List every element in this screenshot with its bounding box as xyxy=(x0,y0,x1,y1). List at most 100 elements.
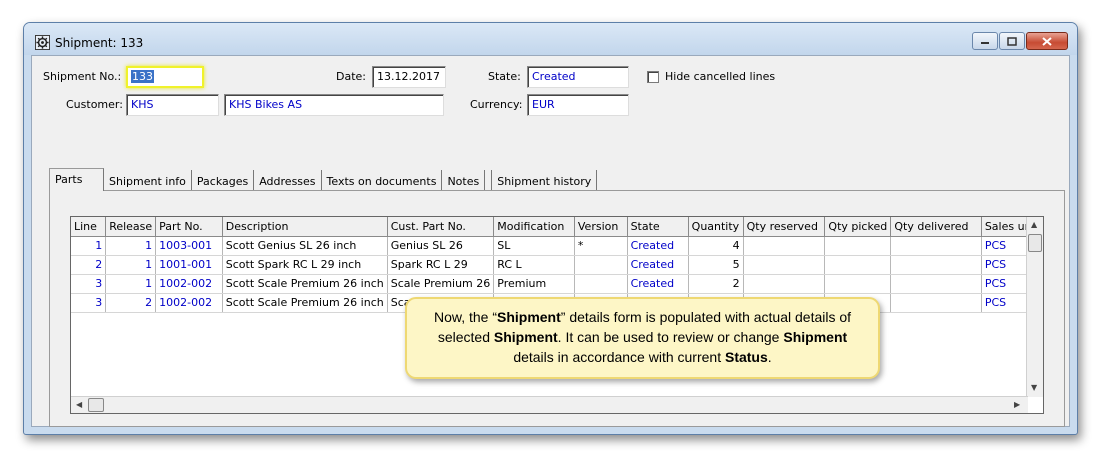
scroll-left-icon[interactable]: ◀ xyxy=(76,400,82,409)
table-cell[interactable]: Created xyxy=(627,236,689,256)
close-button[interactable] xyxy=(1026,32,1068,50)
table-cell[interactable]: 2 xyxy=(688,274,744,294)
table-cell[interactable]: Scale Premium 26 xyxy=(387,274,495,294)
table-cell[interactable]: 3 xyxy=(71,293,107,313)
tab-shipment-info[interactable]: Shipment info xyxy=(104,170,192,191)
table-cell[interactable]: 1002-002 xyxy=(155,293,223,313)
column-header[interactable]: Release xyxy=(105,217,157,237)
vertical-scroll-thumb[interactable] xyxy=(1028,234,1042,252)
customer-name-field[interactable]: KHS Bikes AS xyxy=(224,94,444,116)
scroll-up-icon[interactable]: ▲ xyxy=(1031,220,1037,229)
table-cell[interactable] xyxy=(824,274,892,294)
table-cell[interactable] xyxy=(743,274,826,294)
column-header[interactable]: Quantity xyxy=(688,217,744,237)
column-header[interactable]: Cust. Part No. xyxy=(387,217,495,237)
callout-text-1: Now, the “ xyxy=(433,309,497,325)
app-gear-icon xyxy=(35,35,50,50)
column-header[interactable]: Line xyxy=(71,217,107,237)
table-cell[interactable]: 1001-001 xyxy=(155,255,223,275)
table-cell[interactable]: 5 xyxy=(688,255,744,275)
table-cell[interactable]: Created xyxy=(627,274,689,294)
tab-parts[interactable]: Parts xyxy=(49,168,104,191)
callout-text-3: . It can be used to review or change xyxy=(557,329,784,345)
table-cell[interactable]: 2 xyxy=(105,293,157,313)
column-header[interactable]: State xyxy=(627,217,689,237)
table-cell[interactable]: 1 xyxy=(105,274,157,294)
table-cell[interactable]: 1 xyxy=(105,255,157,275)
column-header[interactable]: Qty delivered xyxy=(890,217,982,237)
state-field[interactable]: Created xyxy=(527,66,629,88)
column-header[interactable]: Qty reserved xyxy=(743,217,826,237)
table-cell[interactable]: Scott Scale Premium 26 inch xyxy=(222,293,388,313)
tutorial-callout: Now, the “Shipment” details form is popu… xyxy=(405,297,880,379)
tab-notes[interactable]: Notes xyxy=(442,170,486,191)
table-cell[interactable]: Premium xyxy=(493,274,575,294)
callout-bold-1: Shipment xyxy=(496,309,561,325)
horizontal-scroll-thumb[interactable] xyxy=(88,398,104,412)
table-cell[interactable] xyxy=(824,236,892,256)
table-row[interactable]: 2 1 1001-001 Scott Spark RC L 29 inch Spark … xyxy=(71,255,1043,275)
horizontal-scrollbar[interactable]: ◀ ▶ xyxy=(71,396,1028,413)
date-field[interactable]: 13.12.2017 xyxy=(372,66,446,88)
tab-texts-on-documents[interactable]: Texts on documents xyxy=(322,170,443,191)
table-cell[interactable]: Scott Genius SL 26 inch xyxy=(222,236,388,256)
scroll-down-icon[interactable]: ▼ xyxy=(1031,383,1037,392)
window-title: Shipment: 133 xyxy=(55,36,144,50)
table-cell[interactable]: SL xyxy=(493,236,575,256)
table-cell[interactable] xyxy=(743,255,826,275)
column-header[interactable]: Modification xyxy=(493,217,575,237)
maximize-icon xyxy=(1007,36,1017,46)
tab-shipment-history[interactable]: Shipment history xyxy=(491,170,598,191)
table-cell[interactable]: 1 xyxy=(71,236,107,256)
title-bar[interactable]: Shipment: 133 xyxy=(24,23,1077,55)
table-cell[interactable]: 1 xyxy=(105,236,157,256)
vertical-scrollbar[interactable]: ▲ ▼ xyxy=(1026,217,1043,397)
table-cell[interactable]: Scott Scale Premium 26 inch xyxy=(222,274,388,294)
table-cell[interactable]: 4 xyxy=(688,236,744,256)
customer-code-field[interactable]: KHS xyxy=(126,94,219,116)
table-row[interactable]: 3 1 1002-002 Scott Scale Premium 26 inch Sca… xyxy=(71,274,1043,294)
date-label: Date: xyxy=(336,70,366,83)
tab-packages[interactable]: Packages xyxy=(192,170,255,191)
table-cell[interactable]: * xyxy=(574,236,628,256)
table-row[interactable]: 1 1 1003-001 Scott Genius SL 26 inch Genius … xyxy=(71,236,1043,256)
table-cell[interactable] xyxy=(890,274,982,294)
table-cell[interactable] xyxy=(890,293,982,313)
hide-cancelled-checkbox[interactable] xyxy=(647,71,659,83)
table-cell[interactable]: 3 xyxy=(71,274,107,294)
column-header[interactable]: Qty picked xyxy=(824,217,892,237)
table-cell[interactable] xyxy=(890,255,982,275)
callout-bold-3: Shipment xyxy=(783,329,848,345)
hide-cancelled-label: Hide cancelled lines xyxy=(665,70,776,83)
table-cell[interactable] xyxy=(824,255,892,275)
column-header[interactable]: Part No. xyxy=(155,217,223,237)
minimize-button[interactable] xyxy=(972,32,998,50)
currency-label: Currency: xyxy=(470,98,523,111)
state-label: State: xyxy=(488,70,521,83)
callout-bold-2: Shipment xyxy=(493,329,558,345)
customer-label: Customer: xyxy=(66,98,123,111)
table-cell[interactable]: 1002-002 xyxy=(155,274,223,294)
table-cell[interactable]: 1003-001 xyxy=(155,236,223,256)
currency-field[interactable]: EUR xyxy=(527,94,629,116)
table-cell[interactable] xyxy=(574,255,628,275)
table-cell[interactable]: Created xyxy=(627,255,689,275)
callout-text-5: . xyxy=(767,349,772,365)
table-cell[interactable]: RC L xyxy=(493,255,575,275)
table-cell[interactable]: Scott Spark RC L 29 inch xyxy=(222,255,388,275)
table-cell[interactable] xyxy=(743,236,826,256)
callout-bold-4: Status xyxy=(724,349,768,365)
shipment-no-field[interactable]: 133 xyxy=(126,66,204,88)
tab-strip: Parts Shipment info Packages Addresses T… xyxy=(49,168,598,191)
table-cell[interactable]: 2 xyxy=(71,255,107,275)
table-cell[interactable] xyxy=(574,274,628,294)
tab-addresses[interactable]: Addresses xyxy=(254,170,322,191)
column-header[interactable]: Description xyxy=(222,217,388,237)
table-cell[interactable] xyxy=(890,236,982,256)
table-cell[interactable]: Genius SL 26 xyxy=(387,236,495,256)
maximize-button[interactable] xyxy=(999,32,1025,50)
callout-text-4: details in accordance with current xyxy=(513,349,725,365)
scroll-right-icon[interactable]: ▶ xyxy=(1014,400,1020,409)
column-header[interactable]: Version xyxy=(574,217,628,237)
table-cell[interactable]: Spark RC L 29 xyxy=(387,255,495,275)
